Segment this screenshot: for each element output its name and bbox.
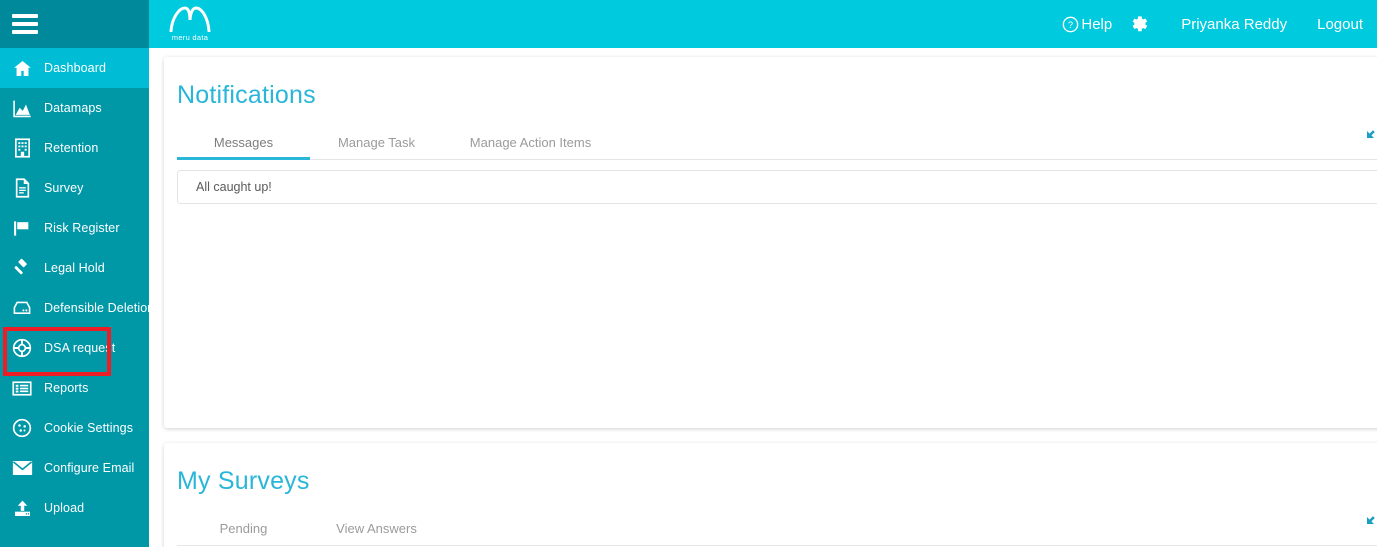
sidebar-item-upload[interactable]: Upload [0, 488, 149, 528]
sidebar-item-label: Cookie Settings [44, 421, 134, 435]
sidebar-item-label: Defensible Deletion [44, 301, 149, 315]
sidebar-item-label: DSA request [44, 341, 116, 355]
sidebar-item-label: Configure Email [44, 461, 135, 475]
question-circle-icon: ? [1063, 16, 1079, 32]
sidebar-item-label: Survey [44, 181, 84, 195]
user-menu[interactable]: Priyanka Reddy [1181, 16, 1287, 33]
sidebar-item-reports[interactable]: Reports [0, 368, 149, 408]
sidebar-item-label: Datamaps [44, 101, 102, 115]
sidebar-toggle-button[interactable] [0, 0, 149, 48]
surveys-tabs: Pending View Answers [177, 514, 1377, 546]
app-root: Dashboard Datamaps Retention Survey Risk Reg… [0, 0, 1377, 547]
sidebar-item-label: Reports [44, 381, 89, 395]
sidebar-item-retention[interactable]: Retention [0, 128, 149, 168]
tab-manage-task[interactable]: Manage Task [310, 128, 443, 159]
notifications-card: Notifications Messages Manage Task Manage … [164, 57, 1377, 428]
chart-area-icon [8, 95, 36, 121]
help-label: Help [1081, 15, 1113, 33]
sidebar-item-label: Upload [44, 501, 85, 515]
tab-pending[interactable]: Pending [177, 514, 310, 545]
cookie-icon [8, 415, 36, 441]
help-button[interactable]: ? Help [1062, 16, 1112, 33]
lifebuoy-icon [8, 335, 36, 361]
document-icon [8, 175, 36, 201]
sidebar: Dashboard Datamaps Retention Survey Risk Reg… [0, 0, 149, 547]
top-bar: meru data ? Help Priyanka Reddy Logout [149, 0, 1377, 48]
settings-button[interactable] [1130, 15, 1149, 34]
sidebar-nav: Dashboard Datamaps Retention Survey Risk Reg… [0, 48, 149, 528]
logout-button[interactable]: Logout [1317, 16, 1363, 33]
sidebar-item-survey[interactable]: Survey [0, 168, 149, 208]
gear-icon [1132, 15, 1148, 31]
mountain-m-logo-icon [169, 6, 211, 32]
sidebar-item-risk-register[interactable]: Risk Register [0, 208, 149, 248]
sidebar-item-cookie-settings[interactable]: Cookie Settings [0, 408, 149, 448]
tab-manage-action-items[interactable]: Manage Action Items [443, 128, 618, 159]
sidebar-item-dashboard[interactable]: Dashboard [0, 48, 149, 88]
sidebar-item-legal-hold[interactable]: Legal Hold [0, 248, 149, 288]
surveys-card: My Surveys Pending View Answers [164, 443, 1377, 547]
top-bar-actions: ? Help Priyanka Reddy Logout [1062, 15, 1377, 34]
sidebar-item-dsa-request[interactable]: DSA request [0, 327, 149, 376]
envelope-icon [8, 455, 36, 481]
main-content: Notifications Messages Manage Task Manage … [149, 48, 1377, 547]
sidebar-item-label: Legal Hold [44, 261, 105, 275]
brand-logo[interactable]: meru data [159, 0, 221, 48]
list-report-icon [8, 375, 36, 401]
sidebar-item-label: Risk Register [44, 221, 120, 235]
gavel-icon [8, 255, 36, 281]
svg-text:?: ? [1068, 20, 1073, 30]
tab-view-answers[interactable]: View Answers [310, 514, 443, 545]
hamburger-icon [12, 14, 38, 34]
tab-messages[interactable]: Messages [177, 128, 310, 160]
home-icon [8, 55, 36, 81]
upload-icon [8, 495, 36, 521]
flag-icon [8, 215, 36, 241]
sidebar-item-label: Retention [44, 141, 99, 155]
sidebar-item-label: Dashboard [44, 61, 107, 75]
sidebar-item-defensible-deletion[interactable]: Defensible Deletion [0, 288, 149, 328]
notifications-tabs: Messages Manage Task Manage Action Items [177, 128, 1377, 160]
sidebar-item-datamaps[interactable]: Datamaps [0, 88, 149, 128]
notifications-title: Notifications [177, 81, 316, 109]
surveys-title: My Surveys [177, 467, 310, 495]
building-icon [8, 135, 36, 161]
brand-logo-text: meru data [171, 33, 209, 42]
notifications-empty-state: All caught up! [177, 170, 1377, 204]
hard-drive-icon [8, 295, 36, 321]
sidebar-item-configure-email[interactable]: Configure Email [0, 448, 149, 488]
